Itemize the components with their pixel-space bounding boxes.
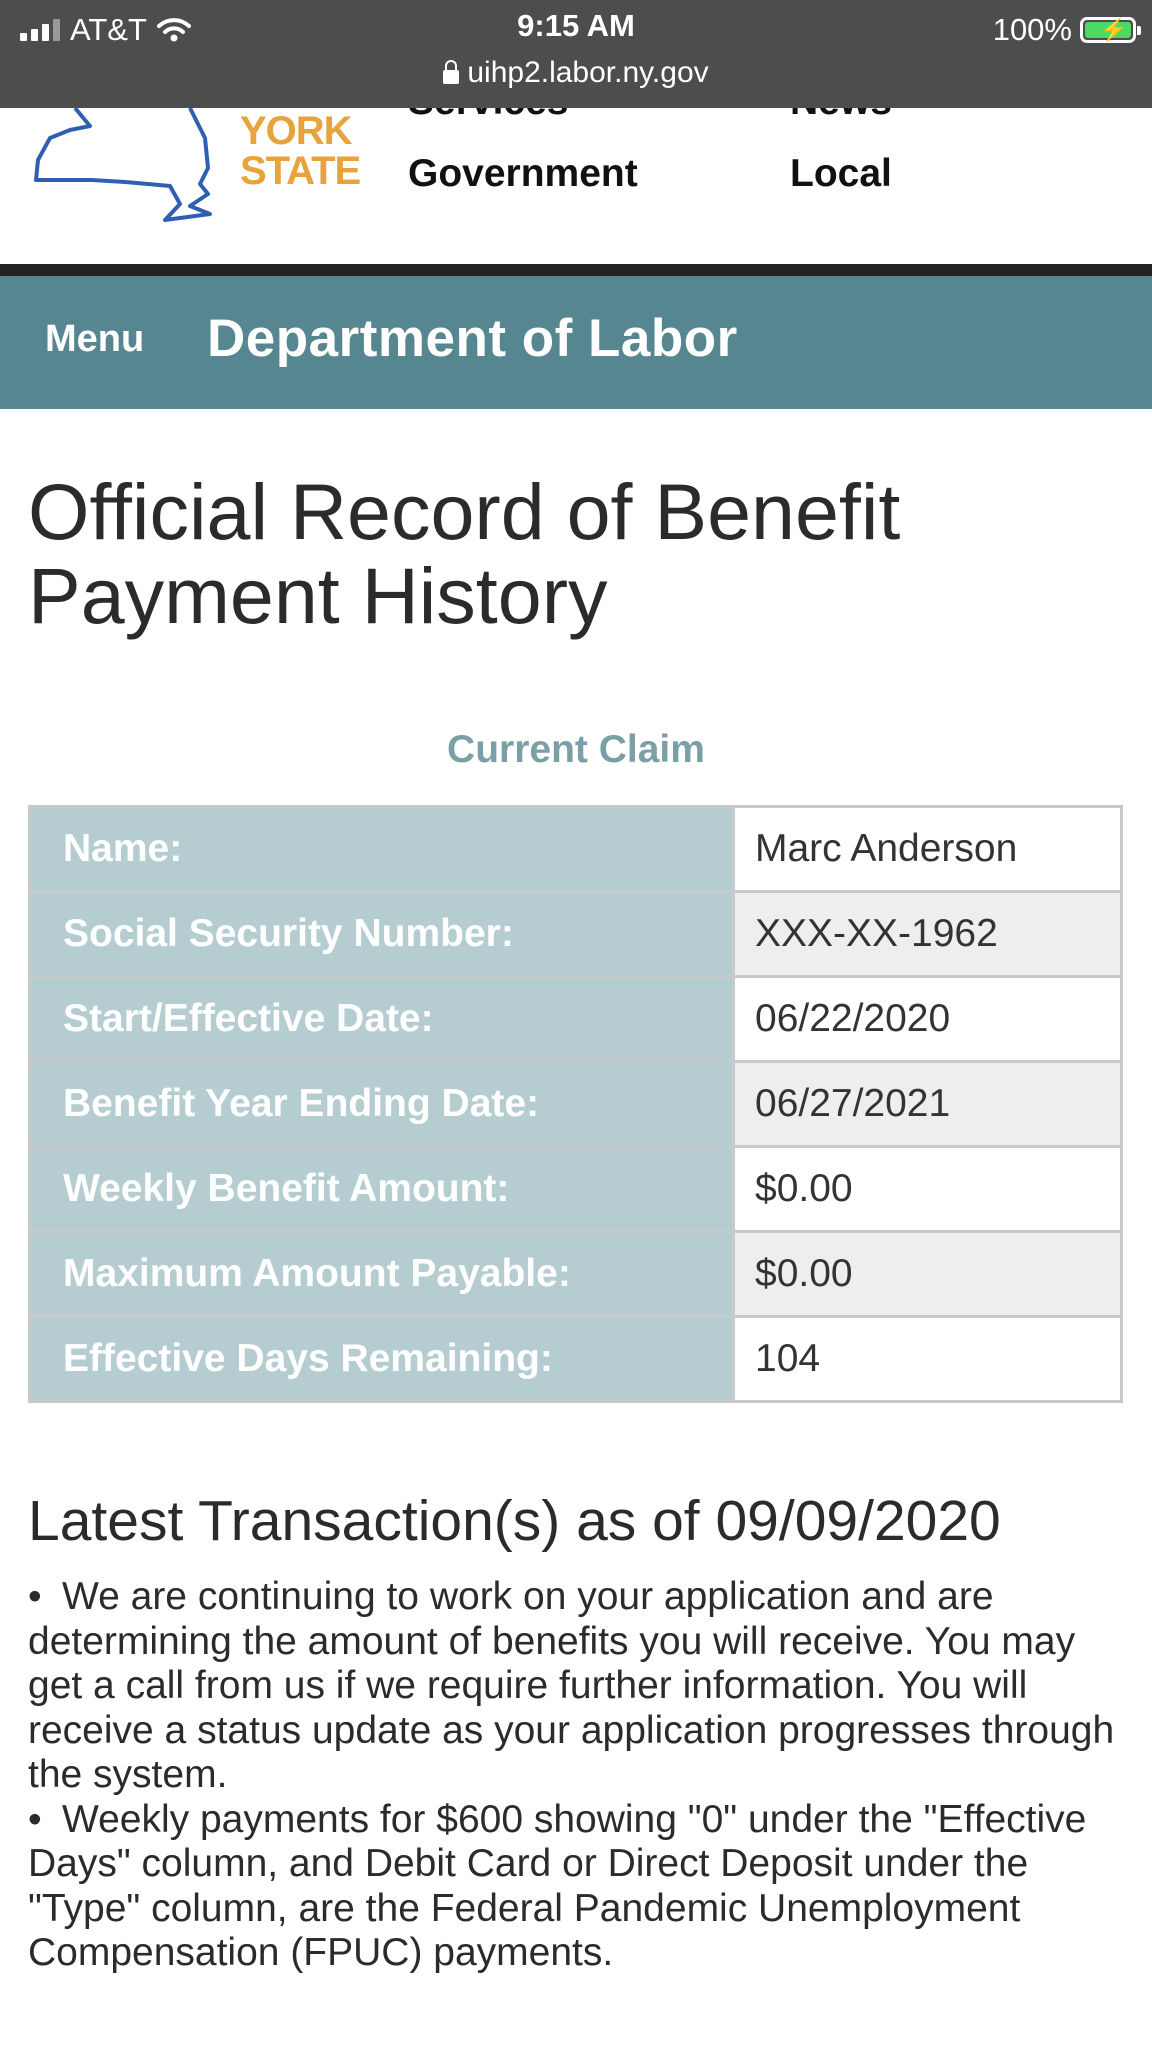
transactions-list: • We are continuing to work on your appli… — [28, 1575, 1128, 1976]
latest-transactions-heading: Latest Transaction(s) as of 09/09/2020 — [28, 1489, 1001, 1553]
department-nav-bar: Menu Department of Labor — [0, 276, 1152, 409]
row-value: 104 — [732, 1315, 1123, 1403]
row-label: Start/Effective Date: — [28, 975, 735, 1063]
url-bar[interactable]: uihp2.labor.ny.gov — [0, 56, 1152, 90]
claim-row-ssn: Social Security Number: XXX-XX-1962 — [28, 890, 1123, 978]
nav-link-news[interactable]: News — [790, 108, 892, 124]
row-value: 06/27/2021 — [732, 1060, 1123, 1148]
battery-charging-icon: ⚡ — [1080, 17, 1141, 43]
nav-link-government[interactable]: Government — [408, 152, 638, 196]
row-label: Name: — [28, 805, 735, 893]
ny-state-map-icon — [34, 108, 212, 222]
claim-row-name: Name: Marc Anderson — [28, 805, 1123, 893]
row-label: Social Security Number: — [28, 890, 735, 978]
logo-text-state: STATE — [240, 149, 361, 193]
row-label: Benefit Year Ending Date: — [28, 1060, 735, 1148]
claim-row-start-date: Start/Effective Date: 06/22/2020 — [28, 975, 1123, 1063]
site-header: YORK STATE Services News Government Loca… — [0, 108, 1152, 266]
ny-state-logo[interactable]: YORK STATE — [30, 108, 361, 238]
page-title: Official Record of Benefit Payment Histo… — [28, 467, 901, 640]
claim-row-benefit-year-end: Benefit Year Ending Date: 06/27/2021 — [28, 1060, 1123, 1148]
claim-row-max-payable: Maximum Amount Payable: $0.00 — [28, 1230, 1123, 1318]
battery-percent: 100% — [992, 12, 1072, 47]
menu-button[interactable]: Menu — [45, 318, 144, 361]
logo-text-york: YORK — [240, 109, 353, 153]
url-text[interactable]: uihp2.labor.ny.gov — [467, 56, 708, 90]
row-value: $0.00 — [732, 1230, 1123, 1318]
status-time: 9:15 AM — [517, 8, 635, 43]
list-item: • Weekly payments for $600 showing "0" un… — [28, 1798, 1128, 1976]
row-label: Maximum Amount Payable: — [28, 1230, 735, 1318]
status-right: 100% ⚡ — [992, 8, 1141, 52]
department-title[interactable]: Department of Labor — [207, 308, 738, 369]
nav-link-local[interactable]: Local — [790, 152, 892, 196]
claim-table: Name: Marc Anderson Social Security Numb… — [28, 805, 1123, 1403]
row-label: Effective Days Remaining: — [28, 1315, 735, 1403]
header-divider — [0, 264, 1152, 276]
nav-link-services[interactable]: Services — [408, 108, 568, 124]
lock-icon — [443, 60, 460, 84]
status-bar: AT&T 9:15 AM 100% ⚡ uihp2.labor.ny.gov — [0, 0, 1152, 108]
bullet: • — [28, 1575, 42, 1618]
bullet: • — [28, 1797, 42, 1841]
row-value: Marc Anderson — [732, 805, 1123, 893]
claim-row-days-remaining: Effective Days Remaining: 104 — [28, 1315, 1123, 1403]
row-value: XXX-XX-1962 — [732, 890, 1123, 978]
transaction-text: Weekly payments for $600 showing "0" und… — [28, 1797, 1087, 1975]
transaction-text: We are continuing to work on your applic… — [28, 1575, 1115, 1796]
list-item: • We are continuing to work on your appli… — [28, 1575, 1128, 1798]
claim-row-weekly-benefit: Weekly Benefit Amount: $0.00 — [28, 1145, 1123, 1233]
row-label: Weekly Benefit Amount: — [28, 1145, 735, 1233]
current-claim-heading: Current Claim — [447, 728, 705, 771]
row-value: $0.00 — [732, 1145, 1123, 1233]
row-value: 06/22/2020 — [732, 975, 1123, 1063]
